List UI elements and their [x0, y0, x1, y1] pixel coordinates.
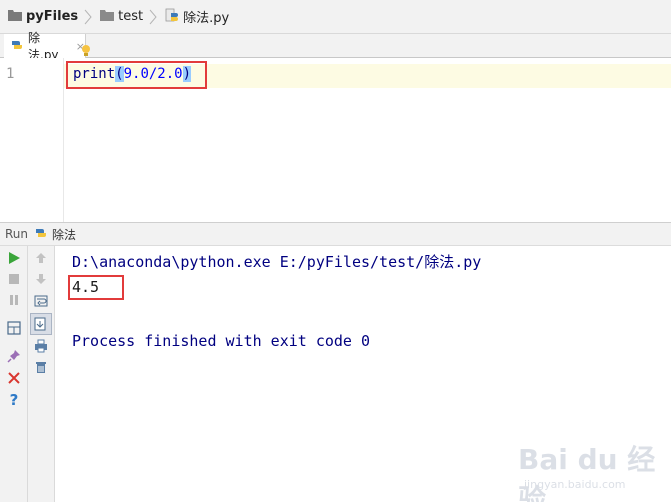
run-config-name[interactable]: 除法 [52, 226, 76, 243]
soft-wrap-icon[interactable] [31, 291, 51, 311]
trash-icon[interactable] [31, 357, 51, 377]
scroll-to-end-icon[interactable] [30, 313, 52, 335]
watermark-url: jingyan.baidu.com [524, 478, 626, 491]
run-tool-header: Run 除法 [0, 222, 671, 246]
folder-icon [8, 9, 22, 25]
baidu-jingyan-watermark: Bai du 经验 jingyan.baidu.com [510, 428, 670, 502]
pin-icon[interactable] [4, 346, 24, 366]
close-icon[interactable] [4, 368, 24, 388]
line-number: 1 [6, 66, 15, 82]
chevron-right-icon [84, 0, 94, 34]
layout-icon[interactable] [4, 318, 24, 338]
run-icon[interactable] [4, 248, 24, 268]
breadcrumb-folder[interactable]: test [94, 0, 149, 34]
breadcrumb-folder-label: test [118, 9, 144, 24]
python-file-icon [10, 38, 24, 55]
highlight-box-code [66, 61, 207, 89]
editor-tab-bar: 除法.py × [0, 31, 671, 62]
console-exit-message: Process finished with exit code 0 [72, 332, 371, 350]
breadcrumb-file[interactable]: 除法.py [159, 0, 235, 34]
highlight-box-output [68, 275, 124, 300]
python-file-icon [165, 8, 179, 26]
breadcrumb-project-label: pyFiles [26, 9, 79, 24]
help-icon[interactable]: ? [4, 390, 24, 410]
ide-window: pyFiles test 除法.py 除法.py × 1 print(9.0/2… [0, 0, 671, 502]
console-command-line: D:\anaconda\python.exe E:/pyFiles/test/除… [72, 253, 482, 271]
folder-icon [100, 9, 115, 25]
stop-icon[interactable] [4, 269, 24, 289]
python-icon [34, 226, 48, 243]
up-arrow-icon[interactable] [31, 248, 51, 268]
breadcrumb-file-label: 除法.py [183, 11, 230, 26]
tab-file[interactable]: 除法.py × [4, 31, 86, 62]
run-toolbar: ? [0, 246, 28, 502]
chevron-right-icon [149, 0, 159, 34]
down-arrow-icon[interactable] [31, 269, 51, 289]
run-title: Run [5, 227, 29, 241]
console-toolbar [28, 246, 55, 502]
print-icon[interactable] [31, 336, 51, 356]
line-gutter [0, 58, 64, 222]
breadcrumb: pyFiles test 除法.py [0, 0, 671, 34]
watermark-brand: Bai du 经验 [518, 443, 656, 502]
pause-icon[interactable] [4, 290, 24, 310]
